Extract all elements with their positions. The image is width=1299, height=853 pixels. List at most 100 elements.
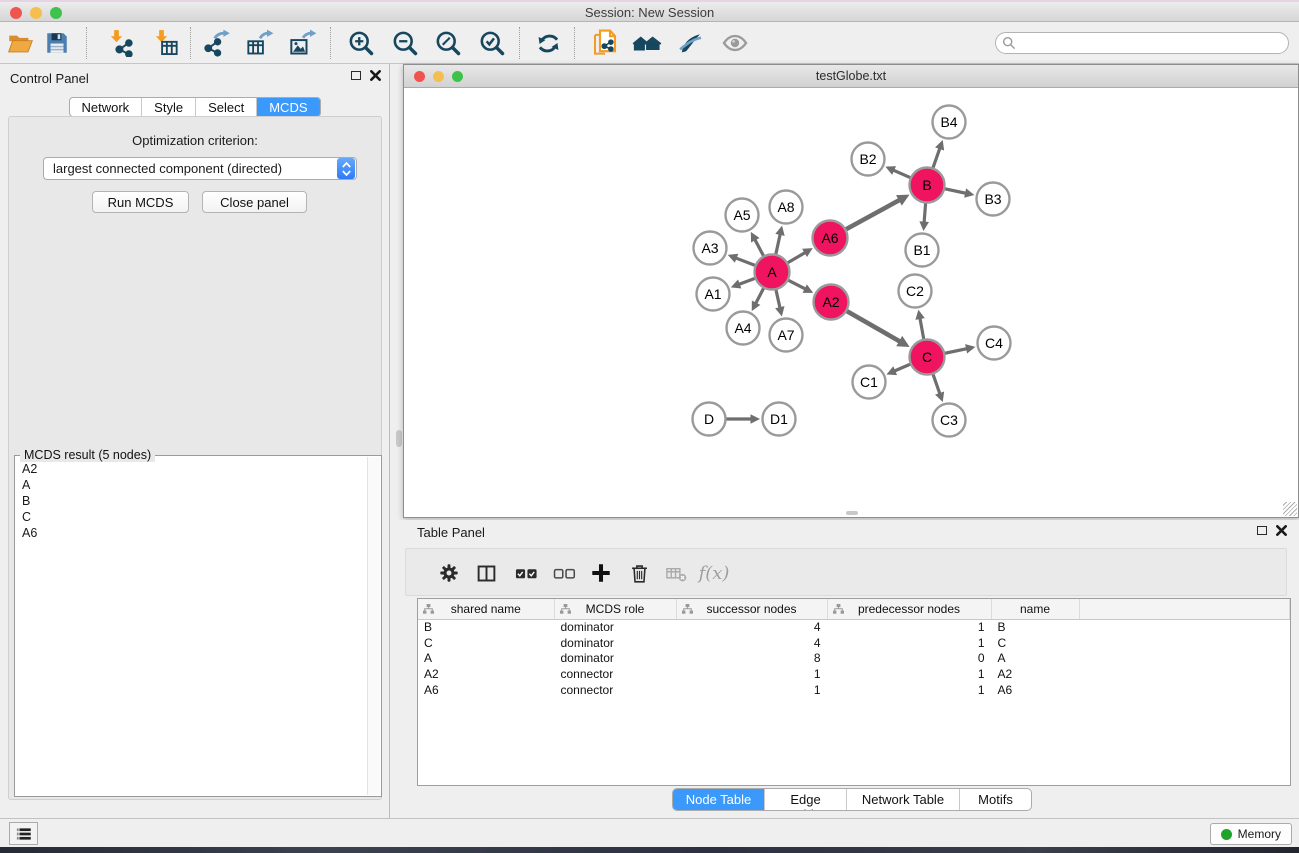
result-item[interactable]: B (17, 493, 365, 509)
result-scrollbar[interactable] (367, 457, 380, 795)
table-cell[interactable]: A2 (991, 666, 1079, 682)
edge[interactable] (776, 288, 781, 309)
network-canvas[interactable]: B4B2BB3B1A5A8A6A3AA1A4A7A2C2CC4C1C3DD1 (404, 89, 1298, 517)
table-cell[interactable]: 1 (827, 682, 991, 698)
float-table-panel-icon[interactable] (1257, 526, 1267, 535)
node-C4[interactable]: C4 (978, 327, 1011, 360)
table-cell[interactable]: 1 (827, 635, 991, 651)
result-item[interactable]: A6 (17, 525, 365, 541)
network-from-clipboard-button[interactable] (588, 26, 622, 60)
node-B1[interactable]: B1 (906, 234, 939, 267)
table-cell[interactable]: 1 (827, 666, 991, 682)
node-table[interactable]: shared nameMCDS rolesuccessor nodesprede… (417, 598, 1291, 786)
task-history-button[interactable] (9, 822, 38, 845)
show-columns-button[interactable] (471, 559, 501, 587)
zoom-in-button[interactable] (344, 26, 378, 60)
column-header[interactable]: name (991, 599, 1079, 619)
edge[interactable] (786, 252, 806, 264)
table-cell[interactable]: A2 (418, 666, 554, 682)
criterion-dropdown[interactable]: largest connected component (directed) (43, 157, 357, 180)
table-cell[interactable]: 4 (676, 635, 827, 651)
zoom-fit-button[interactable] (431, 26, 465, 60)
table-cell[interactable]: A6 (991, 682, 1079, 698)
table-cell[interactable]: 0 (827, 651, 991, 667)
edge[interactable] (735, 258, 757, 266)
import-network-button[interactable] (103, 26, 137, 60)
node-A7[interactable]: A7 (770, 319, 803, 352)
edge[interactable] (920, 317, 924, 341)
edge[interactable] (892, 170, 912, 179)
table-cell[interactable]: dominator (554, 619, 676, 635)
table-cell[interactable]: C (991, 635, 1079, 651)
memory-button[interactable]: Memory (1210, 823, 1292, 845)
export-table-button[interactable] (243, 26, 277, 60)
table-row[interactable]: Adominator80A (418, 651, 1290, 667)
edge[interactable] (943, 348, 968, 353)
tab-style[interactable]: Style (141, 98, 195, 116)
node-B4[interactable]: B4 (933, 106, 966, 139)
edge[interactable] (738, 278, 757, 285)
desktop-vscroll-thumb[interactable] (396, 430, 402, 447)
node-C[interactable]: C (910, 340, 945, 375)
node-A2[interactable]: A2 (814, 285, 849, 320)
node-A8[interactable]: A8 (770, 191, 803, 224)
table-row[interactable]: Bdominator41B (418, 619, 1290, 635)
annotation-toggle-button[interactable] (673, 26, 707, 60)
node-A[interactable]: A (755, 255, 790, 290)
table-cell[interactable]: 8 (676, 651, 827, 667)
table-row[interactable]: A2connector11A2 (418, 666, 1290, 682)
node-A5[interactable]: A5 (726, 199, 759, 232)
table-settings-button[interactable] (434, 559, 464, 587)
node-D[interactable]: D (693, 403, 726, 436)
column-header[interactable]: shared name (418, 599, 554, 619)
edge[interactable] (787, 279, 807, 289)
table-row[interactable]: A6connector11A6 (418, 682, 1290, 698)
table-row[interactable]: Cdominator41C (418, 635, 1290, 651)
network-graph[interactable]: B4B2BB3B1A5A8A6A3AA1A4A7A2C2CC4C1C3DD1 (404, 89, 1298, 518)
column-header[interactable]: predecessor nodes (827, 599, 991, 619)
delete-table-button[interactable] (661, 559, 691, 587)
edge[interactable] (924, 201, 926, 223)
table-cell[interactable]: 1 (827, 619, 991, 635)
function-builder-button[interactable]: f(x) (699, 559, 729, 587)
close-panel-icon[interactable] (370, 70, 381, 81)
refresh-button[interactable] (531, 26, 565, 60)
edge[interactable] (893, 364, 912, 372)
table-cell[interactable]: dominator (554, 651, 676, 667)
close-table-panel-icon[interactable] (1276, 525, 1287, 536)
table-header-row[interactable]: shared nameMCDS rolesuccessor nodesprede… (418, 599, 1290, 619)
close-panel-button[interactable]: Close panel (202, 191, 307, 213)
export-network-button[interactable] (200, 26, 234, 60)
table-cell[interactable]: 1 (676, 682, 827, 698)
table-cell[interactable]: C (418, 635, 554, 651)
table-cell[interactable]: A (418, 651, 554, 667)
node-A3[interactable]: A3 (694, 232, 727, 265)
tab-mcds[interactable]: MCDS (256, 98, 319, 116)
tab-network[interactable]: Network (69, 98, 141, 116)
float-panel-icon[interactable] (351, 71, 361, 80)
tab-node-table[interactable]: Node Table (673, 789, 764, 810)
delete-column-button[interactable] (624, 559, 654, 587)
table-cell[interactable]: A (991, 651, 1079, 667)
tab-motifs[interactable]: Motifs (959, 789, 1031, 810)
edge[interactable] (932, 147, 940, 169)
save-session-button[interactable] (40, 26, 74, 60)
create-column-button[interactable] (586, 559, 616, 587)
node-B2[interactable]: B2 (852, 143, 885, 176)
result-item[interactable]: A2 (17, 461, 365, 477)
network-window-titlebar[interactable]: testGlobe.txt (404, 65, 1298, 88)
zoom-out-button[interactable] (388, 26, 422, 60)
table-cell[interactable]: 1 (676, 666, 827, 682)
table-cell[interactable]: B (991, 619, 1079, 635)
zoom-selected-button[interactable] (475, 26, 509, 60)
edge[interactable] (775, 233, 780, 256)
tab-network-table[interactable]: Network Table (846, 789, 959, 810)
search-box[interactable] (995, 32, 1289, 54)
table-cell[interactable]: connector (554, 682, 676, 698)
table-cell[interactable]: A6 (418, 682, 554, 698)
select-all-columns-button[interactable] (511, 559, 541, 587)
node-B3[interactable]: B3 (977, 183, 1010, 216)
node-C3[interactable]: C3 (933, 404, 966, 437)
column-header[interactable]: MCDS role (554, 599, 676, 619)
table-cell[interactable]: dominator (554, 635, 676, 651)
